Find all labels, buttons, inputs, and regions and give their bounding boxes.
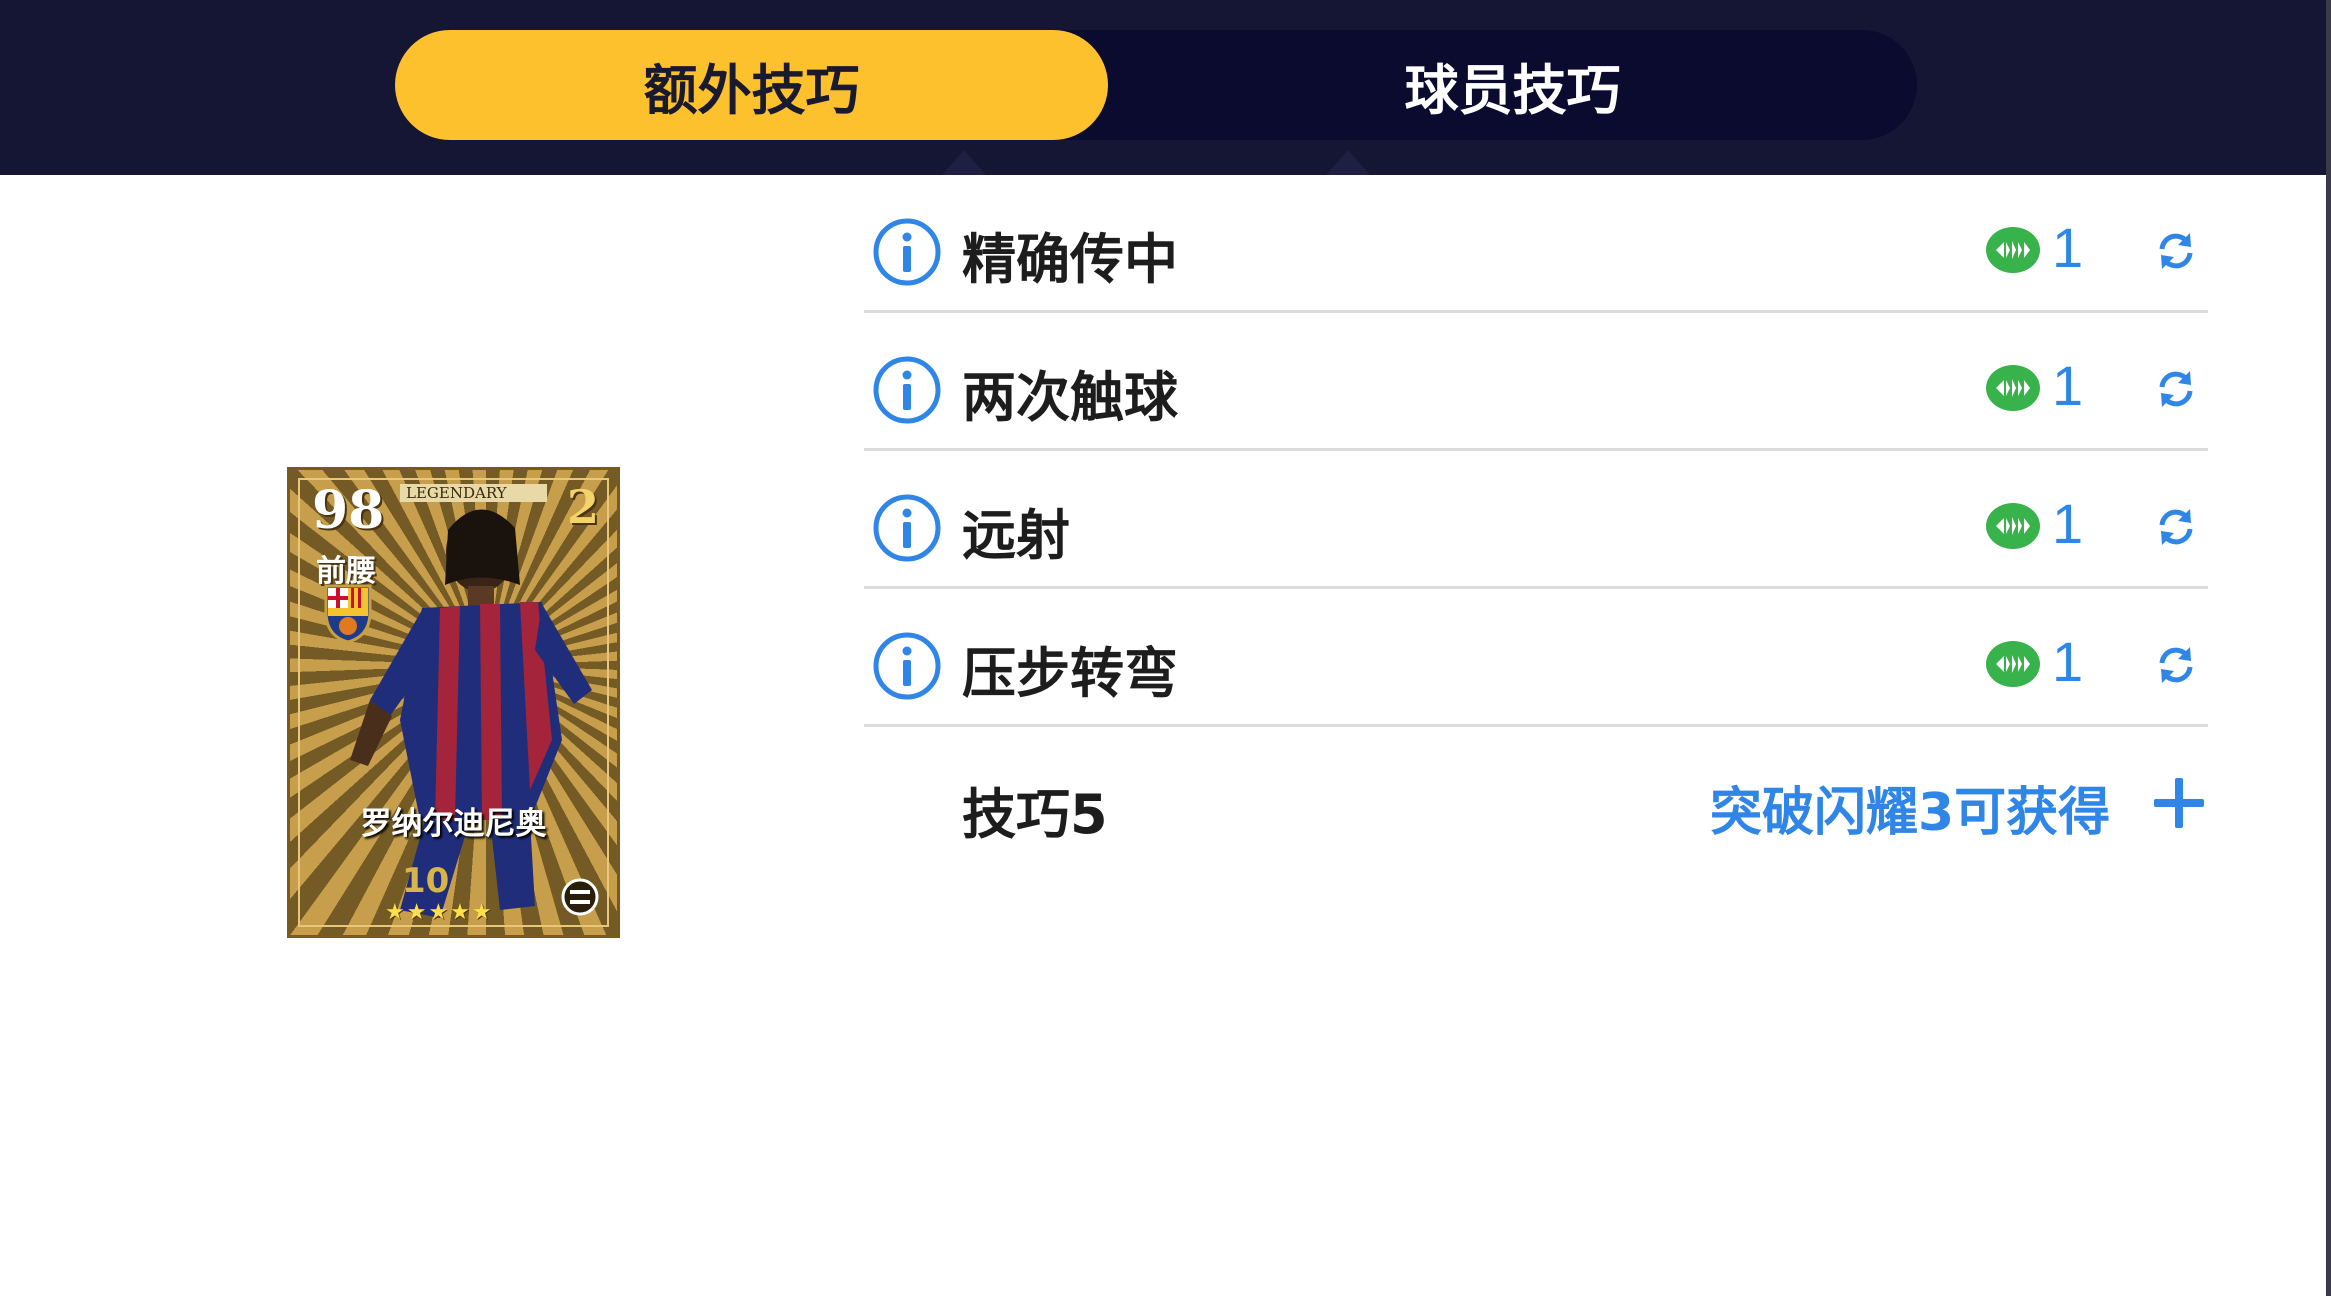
refresh-icon[interactable] [2154,643,2198,687]
skill-name: 远射 [962,504,1070,567]
skill-cost: 1 [2052,492,2084,555]
refresh-icon[interactable] [2154,505,2198,549]
tab-notch-left [942,150,986,175]
card-stars: ★★★★★ [385,900,494,925]
tab-notch-right [1326,150,1370,175]
info-icon[interactable] [872,631,942,701]
card-level: 2 [566,480,599,534]
skill-cost: 1 [2052,354,2084,417]
skill-name: 压步转弯 [962,642,1178,705]
skill-row: 远射 1 [864,451,2208,589]
info-icon[interactable] [872,493,942,563]
skill-row: 两次触球 1 [864,313,2208,451]
skill-coin-icon [1986,503,2040,549]
screen-edge [2326,0,2331,1296]
plus-icon[interactable] [2152,776,2206,830]
skill-coin-icon [1986,641,2040,687]
row-divider [864,724,2208,727]
tab-bar: 额外技巧 球员技巧 [395,30,1917,140]
skill-cost: 1 [2052,216,2084,279]
skill-coin-icon [1986,365,2040,411]
top-bar: 额外技巧 球员技巧 [0,0,2326,175]
skill-slot-5-unlock-hint[interactable]: 突破闪耀3可获得 [1710,770,2110,845]
skill-row: 精确传中 1 [864,175,2208,313]
info-icon[interactable] [872,355,942,425]
card-rating: 98 [312,480,385,541]
card-player-name: 罗纳尔迪尼奥 [360,806,547,842]
skill-coin-icon [1986,227,2040,273]
info-icon[interactable] [872,217,942,287]
skill-name: 两次触球 [962,366,1178,429]
refresh-icon[interactable] [2154,229,2198,273]
club-crest-icon [324,584,372,644]
tab-extra-skills[interactable]: 额外技巧 [395,30,1108,140]
skill-cost: 1 [2052,630,2084,693]
tab-player-skills[interactable]: 球员技巧 [1108,30,1917,140]
card-rarity-label: LEGENDARY [400,484,547,502]
skill-name: 精确传中 [962,228,1178,291]
skill-slot-5-label: 技巧5 [962,783,1108,846]
refresh-icon[interactable] [2154,367,2198,411]
skill-row: 压步转弯 1 [864,589,2208,727]
player-card[interactable]: 10 LEGENDARY 98 前腰 2 罗纳尔迪尼奥 ★★★★★ [287,467,620,938]
game-logo-icon [561,878,599,916]
